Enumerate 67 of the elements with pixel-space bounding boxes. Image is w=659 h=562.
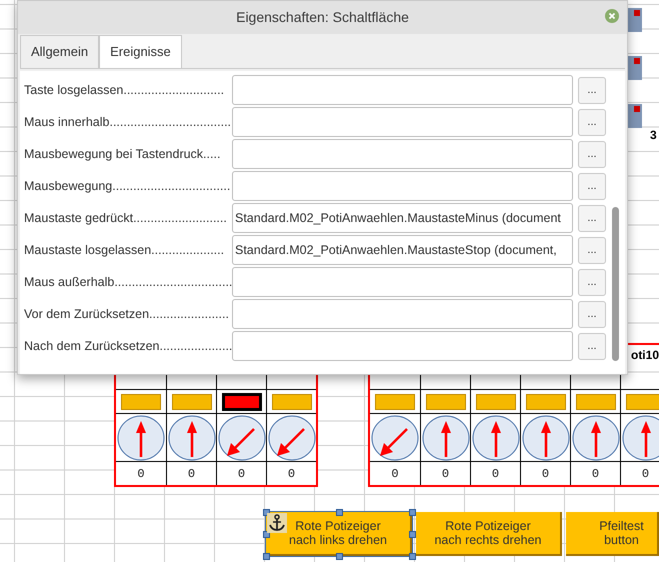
event-field[interactable]	[232, 331, 573, 361]
anchor-icon	[267, 513, 287, 533]
event-field[interactable]	[232, 299, 573, 329]
browse-button[interactable]: ...	[578, 204, 606, 232]
browse-button[interactable]: ...	[578, 332, 606, 360]
browse-button[interactable]: ...	[578, 268, 606, 296]
pot-value: 0	[442, 466, 450, 482]
pot-value: 0	[188, 466, 196, 482]
dial-icon	[522, 414, 570, 460]
pot-value: 0	[642, 466, 650, 482]
browse-button[interactable]: ...	[578, 76, 606, 104]
pot-value: 0	[137, 466, 145, 482]
browse-button[interactable]: ...	[578, 300, 606, 328]
sheet-button[interactable]: Pfeiltest button	[566, 512, 659, 556]
pot-value: 0	[288, 466, 296, 482]
event-field[interactable]	[232, 171, 573, 201]
tab[interactable]: Ereignisse	[99, 35, 182, 68]
shape-cell	[628, 104, 642, 128]
event-field[interactable]	[232, 267, 573, 297]
dial-icon	[371, 414, 419, 460]
resize-handle[interactable]	[409, 531, 416, 538]
dial-icon	[422, 414, 470, 460]
browse-button[interactable]: ...	[578, 108, 606, 136]
pot-value: 0	[391, 466, 399, 482]
browse-button[interactable]: ...	[578, 172, 606, 200]
event-field[interactable]	[232, 107, 573, 137]
event-label: Vor dem Zurücksetzen.......................	[24, 306, 230, 323]
event-label: Taste losgelassen.............................	[24, 82, 226, 99]
resize-handle[interactable]	[336, 553, 343, 560]
dial-icon	[572, 414, 620, 460]
scrollbar-thumb[interactable]	[612, 207, 619, 361]
event-label: Maus außerhalb..................................	[24, 274, 232, 291]
event-field[interactable]	[232, 139, 573, 169]
browse-button[interactable]: ...	[578, 236, 606, 264]
dial-icon	[117, 414, 165, 460]
window-title: Eigenschaften: Schaltfläche	[236, 8, 409, 27]
event-label: Maustaste gedrückt...........................	[24, 210, 228, 227]
resize-handle[interactable]	[409, 553, 416, 560]
pot-value: 0	[492, 466, 500, 482]
pot-value: 0	[238, 466, 246, 482]
cell-text: oti10	[630, 347, 659, 364]
shape-cell	[628, 8, 642, 32]
shape-cell	[628, 56, 642, 80]
event-label: Mausbewegung bei Tastendruck.....	[24, 146, 222, 163]
sheet-button[interactable]: Rote Potizeiger nach rechts drehen	[416, 512, 562, 556]
dial-icon	[268, 414, 316, 460]
sheet-button[interactable]: Rote Potizeiger nach links drehen	[266, 512, 412, 556]
cell-text: 3	[650, 127, 657, 144]
lamp[interactable]	[222, 392, 262, 410]
event-field[interactable]: Standard.M02_PotiAnwaehlen.MaustasteMinus (document	[232, 203, 573, 233]
dial-icon	[472, 414, 520, 460]
tab[interactable]: Allgemein	[20, 35, 100, 68]
resize-handle[interactable]	[409, 509, 416, 516]
event-label: Maus innerhalb...................................	[24, 114, 232, 131]
event-field[interactable]	[232, 75, 573, 105]
pot-value: 0	[542, 466, 550, 482]
event-label: Nach dem Zurücksetzen.....................	[24, 338, 232, 355]
event-label: Mausbewegung..................................	[24, 178, 232, 195]
resize-handle[interactable]	[336, 509, 343, 516]
dial-icon	[168, 414, 216, 460]
event-field[interactable]: Standard.M02_PotiAnwaehlen.MaustasteStop (document,	[232, 235, 573, 265]
pot-value: 0	[592, 466, 600, 482]
dial-icon	[218, 414, 266, 460]
event-label: Maustaste losgelassen.....................	[24, 242, 226, 259]
browse-button[interactable]: ...	[578, 140, 606, 168]
close-icon[interactable]	[605, 9, 619, 23]
resize-handle[interactable]	[263, 553, 270, 560]
